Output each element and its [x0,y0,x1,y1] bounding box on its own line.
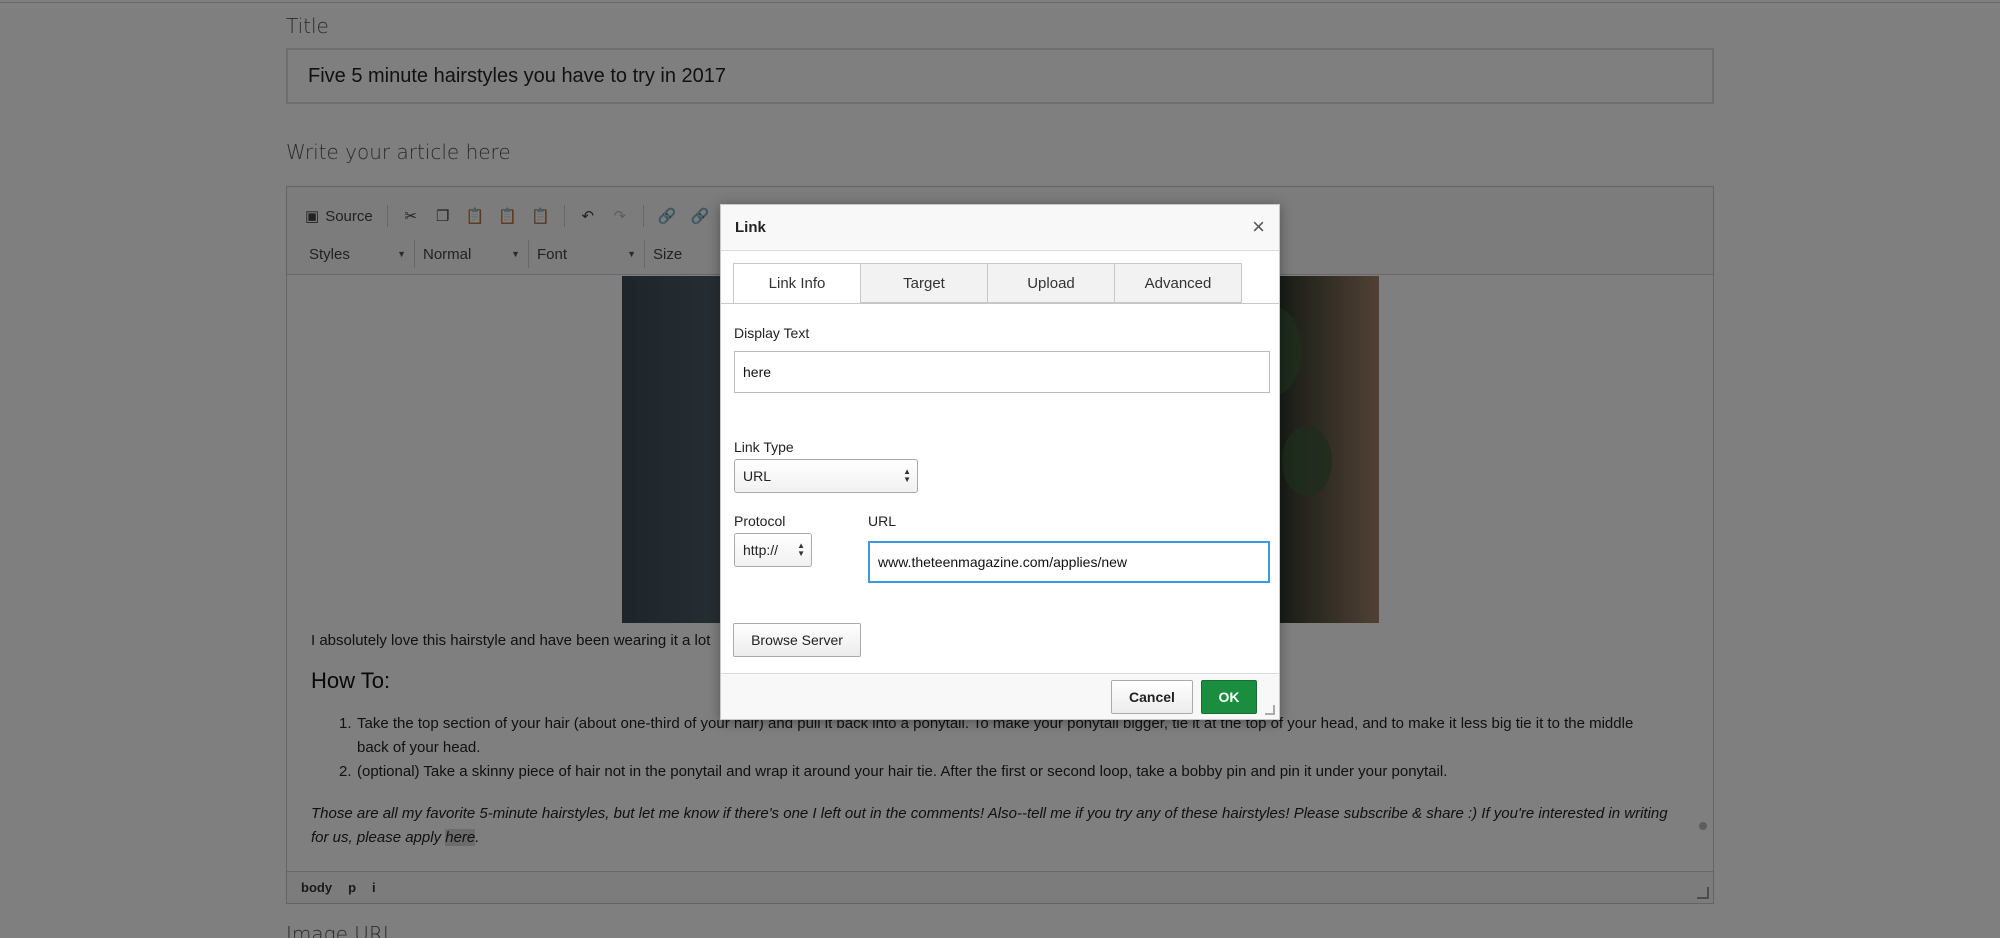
updown-arrows-icon: ▲ ▼ [797,541,805,558]
dialog-resize-handle[interactable] [1265,705,1275,715]
dialog-footer: Cancel OK [721,673,1279,719]
link-type-value: URL [743,468,772,484]
ok-button[interactable]: OK [1201,680,1257,714]
url-input[interactable]: www.theteenmagazine.com/applies/new [868,541,1270,583]
tab-link-info[interactable]: Link Info [733,263,861,304]
protocol-select[interactable]: http:// ▲ ▼ [734,533,812,567]
tab-target[interactable]: Target [860,263,988,303]
browse-server-button[interactable]: Browse Server [733,623,861,657]
updown-arrows-icon: ▲ ▼ [903,467,911,484]
dialog-title[interactable]: Link [721,205,1279,251]
dialog-tabs: Link Info Target Upload Advanced [733,263,1242,304]
tabs-divider [721,303,1279,304]
dialog-title-text: Link [735,219,766,236]
protocol-value: http:// [743,542,779,558]
tab-advanced[interactable]: Advanced [1114,263,1242,303]
link-type-select[interactable]: URL ▲ ▼ [734,459,918,493]
cancel-button[interactable]: Cancel [1111,680,1193,714]
display-text-input[interactable]: here [734,351,1270,393]
link-dialog: Link × Link Info Target Upload Advanced … [720,204,1280,720]
link-type-label: Link Type [734,439,794,455]
url-label: URL [868,513,897,529]
tab-upload[interactable]: Upload [987,263,1115,303]
display-text-label: Display Text [734,325,810,341]
protocol-label: Protocol [734,513,786,529]
close-icon[interactable]: × [1252,216,1265,238]
